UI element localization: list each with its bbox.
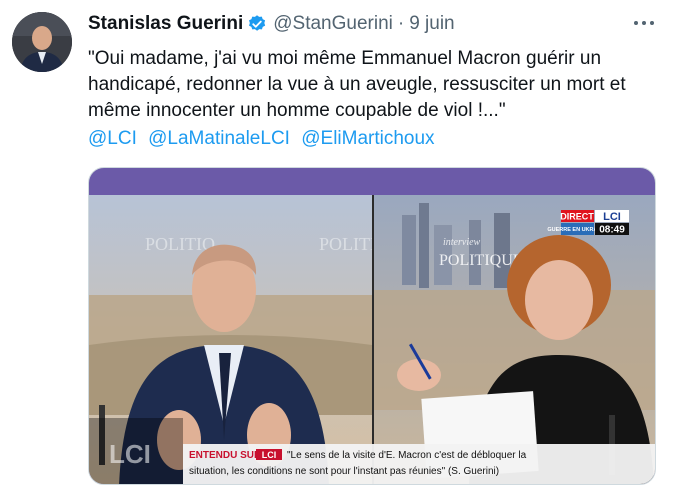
verified-badge-icon (247, 14, 267, 34)
tweet-text: "Oui madame, j'ai vu moi même Emmanuel M… (88, 48, 626, 121)
studio-sign-small: interview (443, 237, 481, 248)
banner-line-2: situation, les conditions ne sont pour l… (189, 466, 499, 477)
mentions-row: @LCI @LaMatinaleLCI @EliMartichoux (88, 127, 441, 151)
channel-logo: LCI (603, 211, 621, 223)
tweet-card: Stanislas Guerini @StanGuerini · 9 juin … (0, 0, 680, 503)
live-badge: DIRECT (560, 212, 594, 222)
tv-screenshot: POLITIQ POLITIQ interview POLITIQUE DIRE… (89, 195, 655, 484)
clock: 08:49 (599, 225, 625, 236)
author-name[interactable]: Stanislas Guerini (88, 13, 243, 35)
tweet-header: Stanislas Guerini @StanGuerini · 9 juin (88, 12, 455, 36)
separator-dot: · (397, 13, 405, 34)
tweet-media-image[interactable]: POLITIQ POLITIQ interview POLITIQUE DIRE… (88, 167, 656, 485)
banner-label: ENTENDU SUR (189, 450, 262, 461)
lci-watermark: LCI (109, 439, 151, 469)
tweet-date[interactable]: 9 juin (409, 13, 454, 35)
more-options-icon[interactable] (634, 16, 654, 30)
mention-link[interactable]: @EliMartichoux (301, 128, 434, 149)
mention-link[interactable]: @LaMatinaleLCI (148, 128, 290, 149)
banner-line-1: "Le sens de la visite d'E. Macron c'est … (287, 450, 527, 461)
avatar[interactable] (12, 12, 72, 72)
author-handle[interactable]: @StanGuerini (273, 13, 393, 35)
banner-channel: LCI (262, 450, 277, 460)
mention-link[interactable]: @LCI (88, 128, 137, 149)
studio-sign: POLITIQUE (439, 252, 523, 269)
